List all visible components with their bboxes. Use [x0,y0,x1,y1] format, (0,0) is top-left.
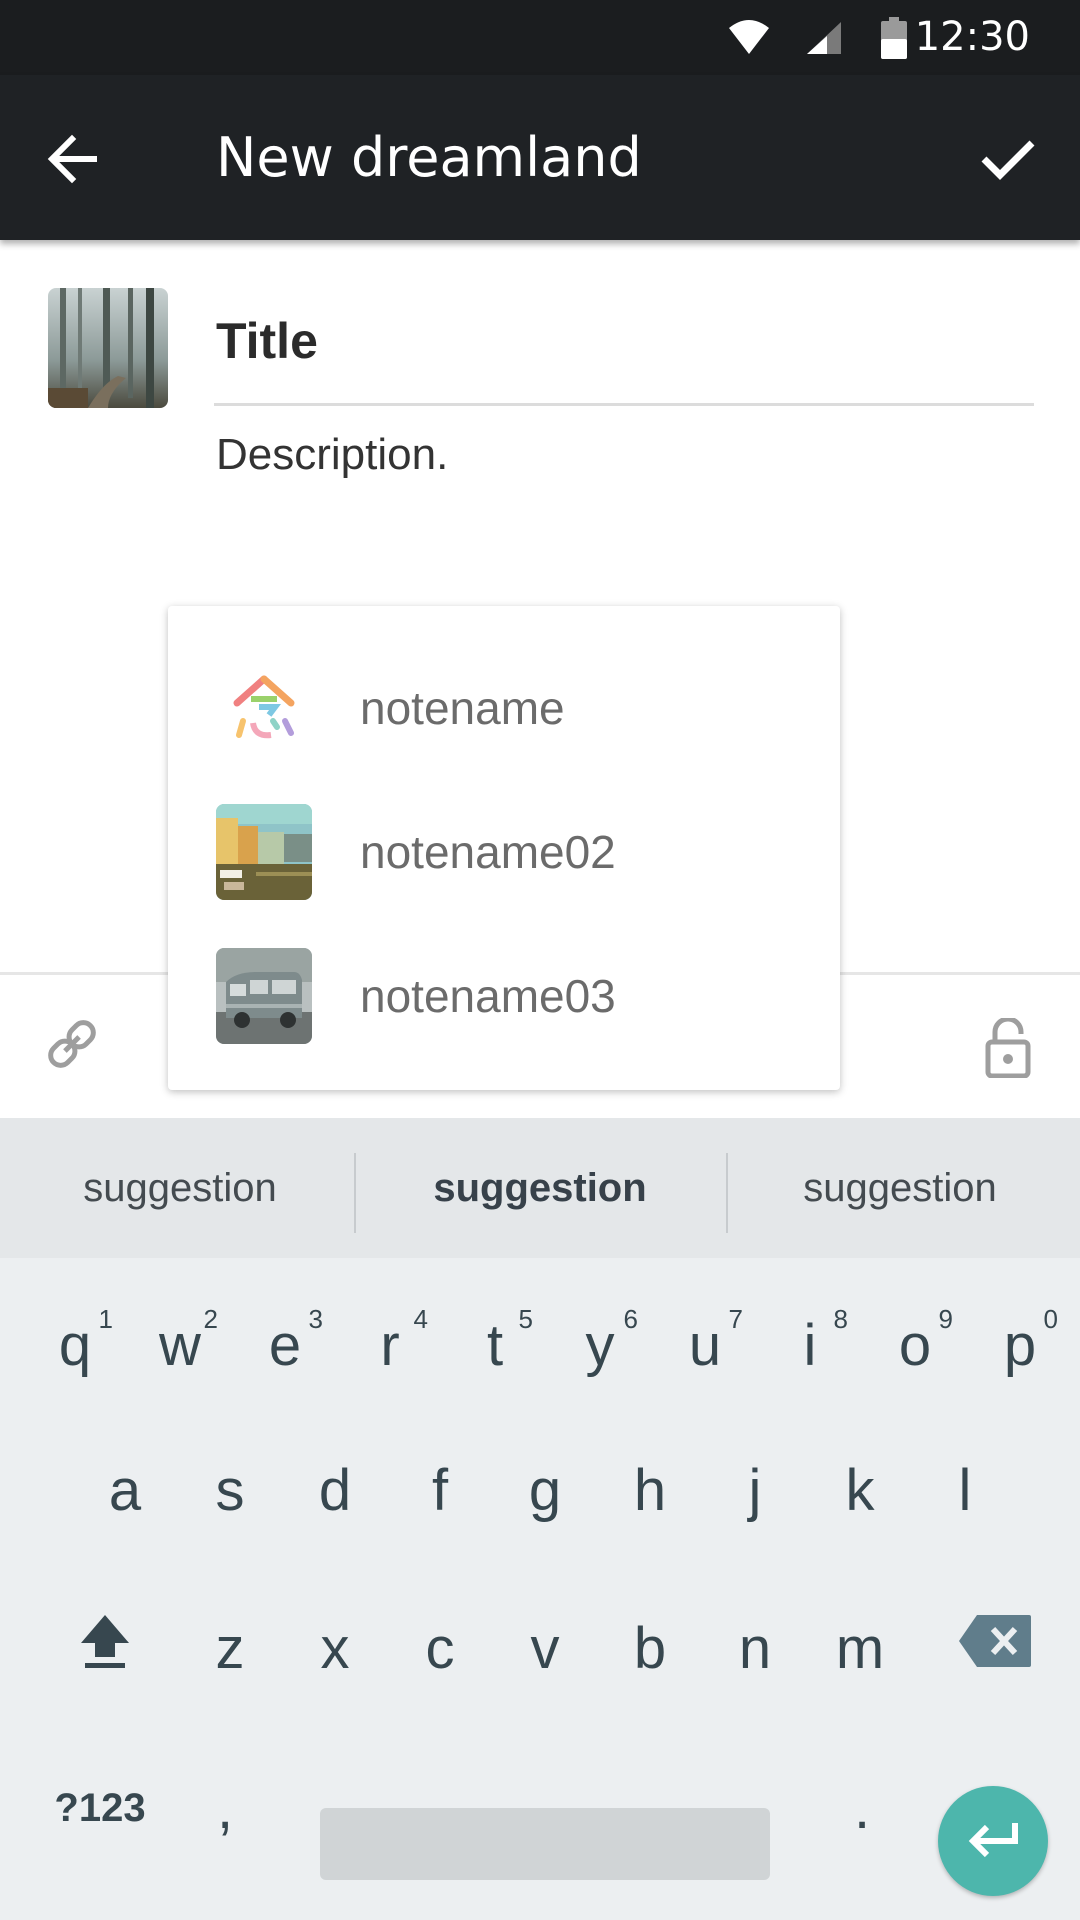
popup-item-label: notename [360,682,565,734]
key-x[interactable]: x [285,1578,385,1718]
symbols-key[interactable]: ?123 [40,1738,160,1878]
popup-item-notename03[interactable]: notename03 [168,924,840,1068]
key-hint: 8 [833,1304,848,1334]
key-hint: 3 [308,1304,323,1334]
van-photo-thumbnail [216,948,312,1044]
key-w[interactable]: 2w [130,1270,230,1410]
key-b[interactable]: b [600,1578,700,1718]
app-bar: New dreamland [0,75,1080,240]
shift-icon [77,1611,133,1685]
link-button[interactable] [36,1010,108,1082]
suggestion-divider [354,1153,356,1233]
backspace-key[interactable] [940,1578,1050,1718]
key-label: o [898,1312,932,1378]
notename-logo-icon [216,660,312,756]
key-l[interactable]: l [915,1420,1015,1560]
title-placeholder: Title [216,313,318,369]
key-u[interactable]: 7u [655,1270,755,1410]
check-icon [980,137,1036,185]
title-input[interactable]: Title [214,300,1034,406]
description-input[interactable]: Description. [216,430,448,480]
popup-item-label: notename03 [360,970,616,1022]
notebook-picker-popup: notename notename02 notename03 [168,606,840,1090]
key-d[interactable]: d [285,1420,385,1560]
battery-icon [874,0,914,75]
enter-key[interactable] [938,1786,1048,1896]
signal-icon [800,0,846,75]
key-y[interactable]: 6y [550,1270,650,1410]
period-key[interactable]: . [812,1738,912,1878]
key-label: y [585,1312,615,1378]
key-hint: 6 [623,1304,638,1334]
popup-item-notename[interactable]: notename [168,636,840,780]
soft-keyboard: suggestion suggestion suggestion 1q 2w 3… [0,1118,1080,1920]
key-z[interactable]: z [180,1578,280,1718]
key-hint: 4 [413,1304,428,1334]
arrow-back-icon [46,133,98,189]
key-g[interactable]: g [495,1420,595,1560]
key-hint: 2 [203,1304,218,1334]
lock-button[interactable] [972,1010,1044,1090]
key-s[interactable]: s [180,1420,280,1560]
key-label: t [486,1312,504,1378]
popup-item-label: notename02 [360,826,616,878]
suggestion-left[interactable]: suggestion [0,1118,360,1258]
key-f[interactable]: f [390,1420,490,1560]
key-label: r [380,1312,400,1378]
key-j[interactable]: j [705,1420,805,1560]
canal-photo-thumbnail [216,804,312,900]
key-hint: 1 [98,1304,113,1334]
key-m[interactable]: m [810,1578,910,1718]
key-e[interactable]: 3e [235,1270,335,1410]
comma-key[interactable]: , [175,1738,275,1878]
suggestion-strip: suggestion suggestion suggestion [0,1118,1080,1258]
space-key[interactable] [320,1808,770,1880]
key-hint: 7 [728,1304,743,1334]
page-title: New dreamland [216,126,642,189]
key-label: e [268,1312,302,1378]
key-k[interactable]: k [810,1420,910,1560]
key-p[interactable]: 0p [970,1270,1070,1410]
key-v[interactable]: v [495,1578,595,1718]
key-h[interactable]: h [600,1420,700,1560]
key-hint: 0 [1043,1304,1058,1334]
lock-icon [985,1016,1031,1082]
enter-icon [965,1819,1021,1863]
key-label: p [1003,1312,1037,1378]
done-button[interactable] [972,125,1044,197]
link-icon [42,1014,102,1078]
key-o[interactable]: 9o [865,1270,965,1410]
key-i[interactable]: 8i [760,1270,860,1410]
key-label: u [688,1312,722,1378]
key-label: q [58,1312,92,1378]
back-button[interactable] [36,125,108,197]
wifi-icon [726,0,772,75]
status-time: 12:30 [914,14,1030,60]
key-n[interactable]: n [705,1578,805,1718]
key-c[interactable]: c [390,1578,490,1718]
status-bar: 12:30 [0,0,1080,75]
shift-key[interactable] [55,1578,155,1718]
backspace-icon [957,1613,1033,1683]
suggestion-right[interactable]: suggestion [720,1118,1080,1258]
key-label: w [159,1312,201,1378]
key-q[interactable]: 1q [25,1270,125,1410]
key-label: i [803,1312,817,1378]
key-t[interactable]: 5t [445,1270,545,1410]
key-a[interactable]: a [75,1420,175,1560]
cover-image-thumbnail[interactable] [48,288,168,408]
popup-item-notename02[interactable]: notename02 [168,780,840,924]
suggestion-center[interactable]: suggestion [360,1118,720,1258]
key-r[interactable]: 4r [340,1270,440,1410]
key-hint: 5 [518,1304,533,1334]
key-hint: 9 [938,1304,953,1334]
